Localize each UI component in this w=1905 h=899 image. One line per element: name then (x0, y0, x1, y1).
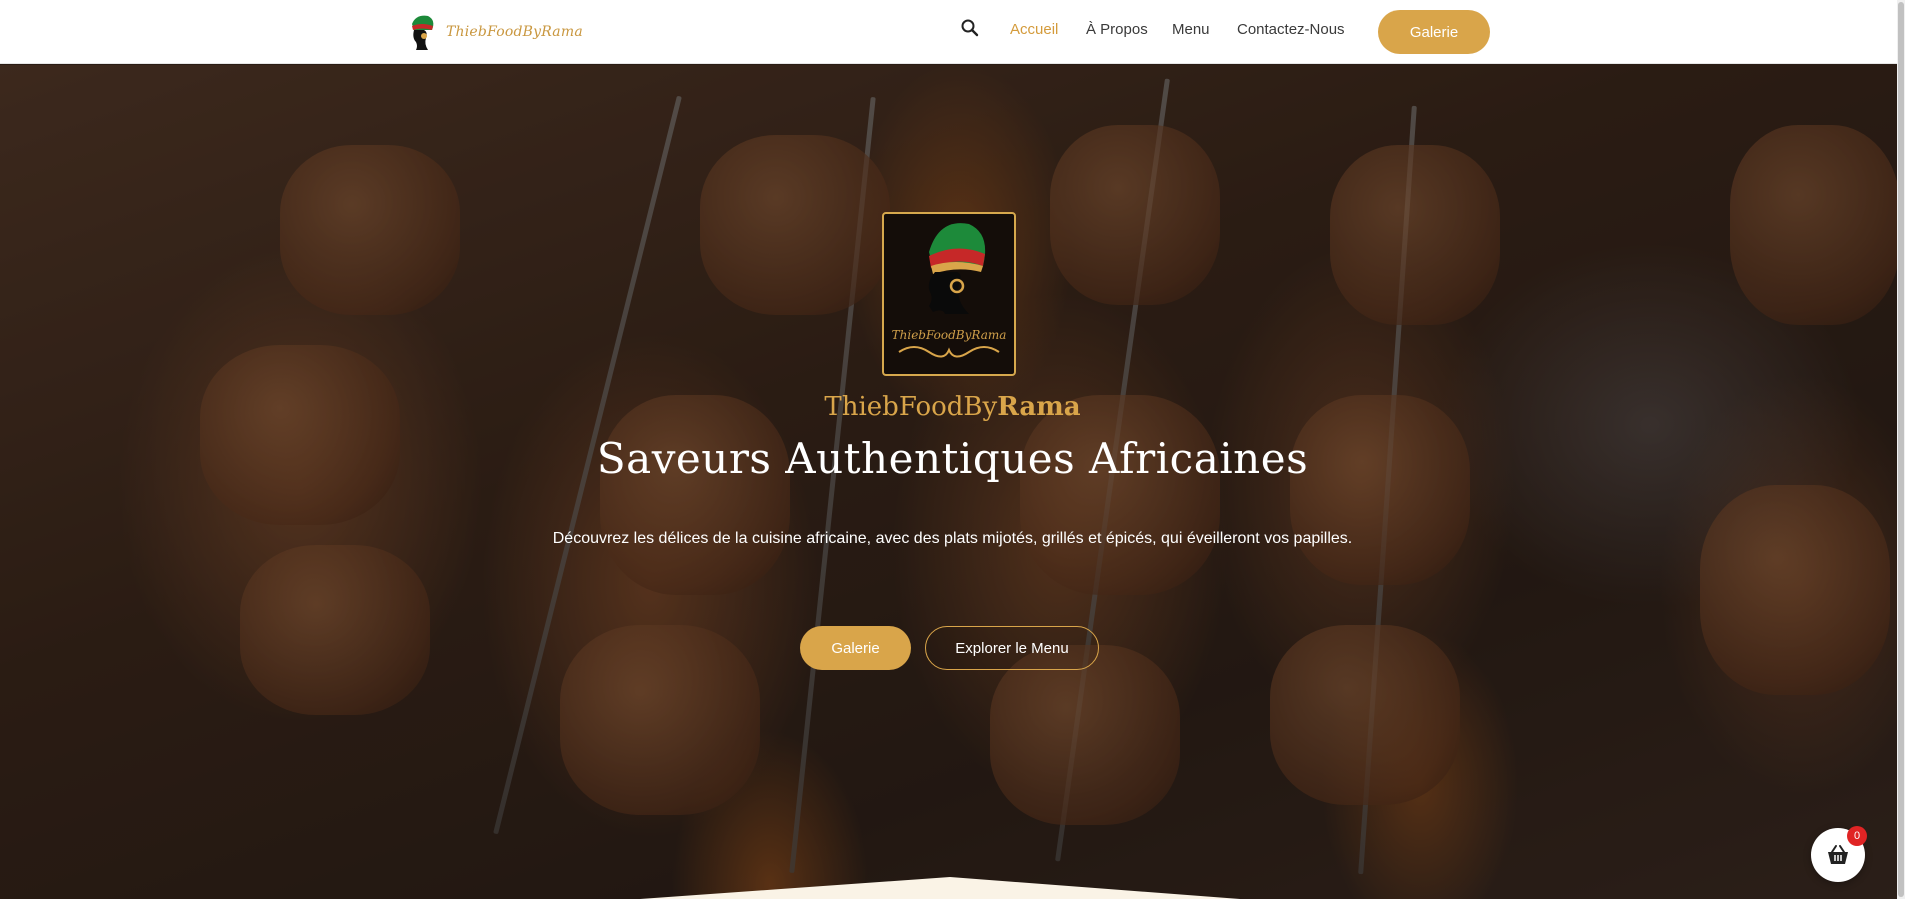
hero-logo: ThiebFoodByRama (882, 212, 1016, 376)
brand-logo[interactable]: ThiebFoodByRama (406, 10, 583, 54)
site-header: ThiebFoodByRama Accueil À Propos Menu Co… (0, 0, 1905, 64)
brand-name: ThiebFoodByRama (446, 24, 583, 40)
hero-brand-suffix: Rama (997, 392, 1081, 422)
woman-head-icon (928, 223, 986, 314)
hero-title: Saveurs Authentiques Africaines (596, 434, 1309, 483)
hero-section: ThiebFoodByRama ThiebFoodByRama Saveurs … (0, 65, 1905, 899)
nav-link-contact[interactable]: Contactez-Nous (1237, 21, 1345, 38)
nav-link-menu[interactable]: Menu (1172, 21, 1210, 38)
hero-subtitle: Découvrez les délices de la cuisine afri… (552, 530, 1353, 547)
cart-button[interactable]: 0 (1811, 826, 1867, 882)
search-icon[interactable] (960, 18, 982, 40)
nav-link-a-propos[interactable]: À Propos (1086, 21, 1148, 38)
page-scrollbar[interactable] (1897, 0, 1905, 899)
header-galerie-button[interactable]: Galerie (1378, 10, 1490, 54)
ornament-icon (898, 346, 1000, 358)
hero-brand-name: ThiebFoodByRama (0, 392, 1905, 422)
cart-count-badge: 0 (1847, 826, 1867, 846)
hero-brand-prefix: ThiebFoodBy (824, 392, 998, 422)
scrollbar-thumb[interactable] (1898, 2, 1904, 897)
basket-icon (1828, 845, 1848, 864)
hero-galerie-button[interactable]: Galerie (800, 626, 911, 670)
explore-menu-button[interactable]: Explorer le Menu (925, 626, 1099, 670)
woman-head-icon (406, 12, 438, 52)
nav-link-accueil[interactable]: Accueil (1010, 21, 1058, 38)
section-divider (640, 877, 1240, 899)
hero-logo-text: ThiebFoodByRama (891, 328, 1007, 342)
